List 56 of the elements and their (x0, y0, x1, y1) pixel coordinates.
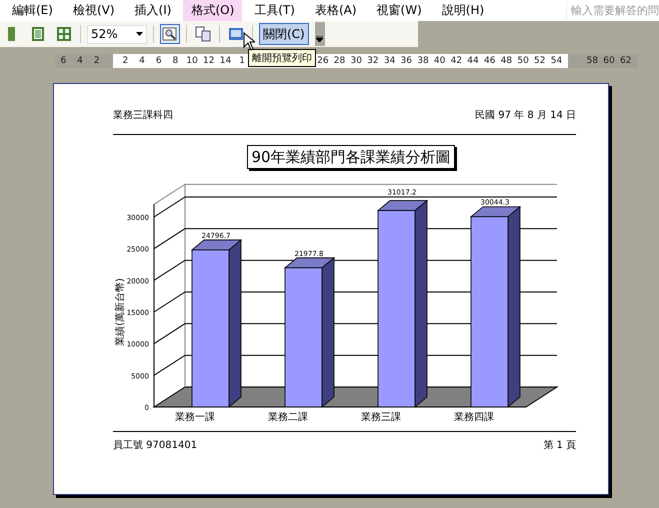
ruler-number: 2 (121, 56, 130, 66)
category-label: 業務三課 (361, 412, 401, 423)
zoom-dropdown[interactable]: 52% (87, 24, 147, 44)
ruler-number: 6 (59, 56, 68, 66)
ruler-number: 42 (450, 56, 464, 66)
menu-item[interactable]: 視窗(W) (368, 0, 430, 21)
header-date: 民國 97 年 8 月 14 日 (475, 109, 576, 122)
ruler-number: 12 (202, 56, 216, 66)
menu-item[interactable]: 工具(T) (246, 0, 303, 21)
tooltip: 離開預覽列印 (248, 49, 316, 67)
pointer-cursor-icon (243, 32, 255, 51)
ruler-number: 40 (432, 56, 446, 66)
category-label: 業務四課 (454, 412, 494, 423)
ruler-number: 6 (154, 56, 163, 66)
magnifier-icon[interactable] (160, 24, 180, 44)
ruler-number: 1 (238, 56, 246, 66)
ruler-number: 34 (382, 56, 396, 66)
menu-item[interactable]: 檢視(V) (64, 0, 123, 21)
menu-item[interactable]: 表格(A) (306, 0, 365, 21)
close-button[interactable]: 關閉(C) (259, 23, 309, 45)
menu-item[interactable]: 編輯(E) (4, 0, 61, 21)
ruler-number: 32 (366, 56, 380, 66)
ruler-number: 62 (618, 56, 632, 66)
multi-page-icon[interactable] (54, 24, 74, 44)
menu-item[interactable]: 說明(H) (434, 0, 492, 21)
copy-icon[interactable] (193, 24, 213, 44)
category-label: 業務二課 (268, 412, 308, 423)
ruler-number: 10 (185, 56, 199, 66)
ruler-number: 46 (482, 56, 496, 66)
ruler-number: 52 (533, 56, 546, 66)
ruler-number: 14 (218, 56, 232, 66)
menu-item[interactable]: 插入(I) (126, 0, 180, 21)
ruler-number: 28 (332, 56, 346, 66)
ruler-number: 58 (586, 56, 600, 66)
header-text: 業務三課科四 (113, 108, 173, 122)
ruler-number: 8 (172, 56, 180, 66)
ruler-number: 30 (349, 56, 363, 66)
ruler-number: 4 (76, 56, 84, 66)
category-label: 業務一課 (175, 412, 215, 423)
ruler-number: 44 (466, 56, 480, 66)
overflow-icon[interactable] (314, 22, 325, 46)
ruler-number: 48 (500, 56, 514, 66)
ruler-number: 4 (138, 56, 146, 66)
ruler-number: 60 (602, 56, 616, 66)
ruler-number: 38 (416, 56, 430, 66)
ruler-number: 50 (516, 56, 530, 66)
chart-title: 90年業績部門各課業績分析圖 (247, 145, 455, 169)
caret-icon[interactable] (136, 32, 143, 36)
page-number: 第 1 頁 (543, 439, 576, 452)
ruler-number: 26 (316, 56, 330, 66)
menu-item[interactable]: 格式(O) (183, 0, 242, 21)
ruler-number: 2 (92, 56, 101, 66)
y-axis-label: 業績(萬新台幣) (115, 278, 126, 346)
ruler-number: 54 (550, 56, 564, 66)
footer-text: 員工號 97081401 (113, 438, 198, 452)
ruler-number: 36 (400, 56, 413, 66)
